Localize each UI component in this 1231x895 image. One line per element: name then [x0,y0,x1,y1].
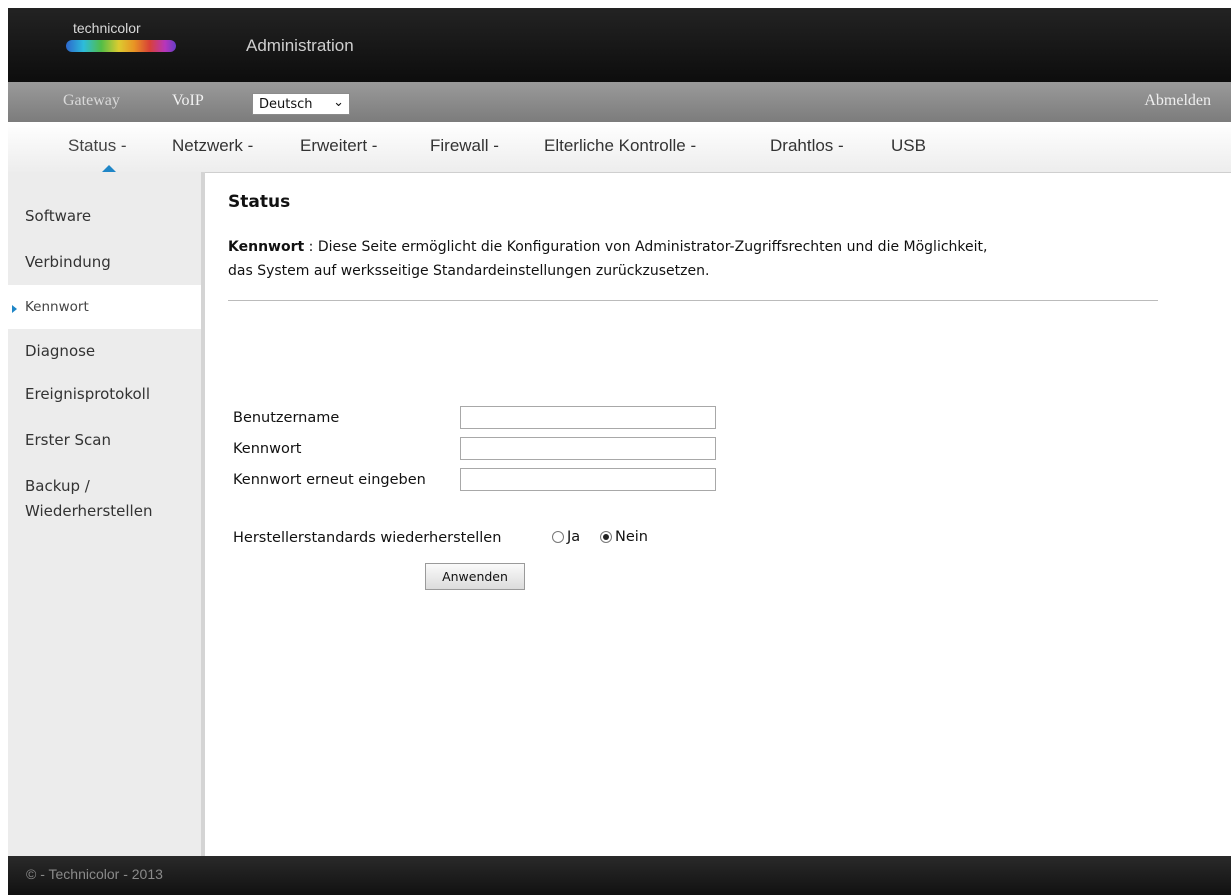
sidebar-item-verbindung[interactable]: Verbindung [25,253,111,271]
top-header: technicolor Administration [8,8,1231,82]
footer: © - Technicolor - 2013 [8,856,1231,895]
tab-firewall[interactable]: Firewall - [430,136,499,156]
description-key: Kennwort [228,239,305,255]
description-separator: : [308,239,314,255]
logout-link[interactable]: Abmelden [1144,92,1211,110]
page-description: Kennwort : Diese Seite ermöglicht die Ko… [228,235,1168,283]
description-line-1: Diese Seite ermöglicht die Konfiguration… [317,239,988,255]
tab-status[interactable]: Status - [68,136,127,156]
caret-right-icon [12,305,17,313]
tab-erweitert[interactable]: Erweitert - [300,136,377,156]
description-line-2: das System auf werksseitige Standardeins… [228,263,710,279]
chevron-down-icon: ⌄ [333,95,344,110]
language-select-value: Deutsch [259,97,313,112]
primary-nav: Gateway VoIP Deutsch ⌄ Abmelden [8,82,1231,122]
restore-yes-radio[interactable] [552,531,564,543]
sidebar-item-diagnose[interactable]: Diagnose [25,342,95,360]
sidebar-item-wiederherstellen[interactable]: Wiederherstellen [25,502,152,520]
password-label: Kennwort [233,441,302,457]
page-title: Status [228,192,291,212]
password-repeat-field[interactable] [460,468,716,491]
sidebar: Software Verbindung Kennwort Diagnose Er… [8,172,205,856]
apply-button[interactable]: Anwenden [425,563,525,590]
tab-drahtlos[interactable]: Drahtlos - [770,136,844,156]
section-tabs: Status - Netzwerk - Erweitert - Firewall… [8,122,1231,173]
tab-elterliche-kontrolle[interactable]: Elterliche Kontrolle - [544,136,696,156]
divider [228,300,1158,301]
sidebar-item-erster-scan[interactable]: Erster Scan [25,431,111,449]
brand-logo-text: technicolor [73,20,141,36]
sidebar-item-kennwort[interactable]: Kennwort [25,299,89,315]
username-field[interactable] [460,406,716,429]
restore-yes-label: Ja [567,529,581,545]
restore-defaults-label: Herstellerstandards wiederherstellen [233,530,502,546]
password-field[interactable] [460,437,716,460]
nav-voip[interactable]: VoIP [172,92,204,110]
sidebar-item-ereignisprotokoll[interactable]: Ereignisprotokoll [25,385,150,403]
password-repeat-label: Kennwort erneut eingeben [233,472,426,488]
tab-netzwerk[interactable]: Netzwerk - [172,136,253,156]
copyright-text: © - Technicolor - 2013 [26,866,163,882]
username-label: Benutzername [233,410,340,426]
active-tab-caret-icon [102,165,116,172]
sidebar-item-software[interactable]: Software [25,207,91,225]
restore-no-radio[interactable] [600,531,612,543]
tab-usb[interactable]: USB [891,136,926,156]
brand-logo-icon [66,40,176,52]
nav-gateway[interactable]: Gateway [63,92,120,110]
restore-no-label: Nein [615,529,648,545]
language-select[interactable]: Deutsch ⌄ [252,93,350,115]
app-title: Administration [246,36,354,55]
sidebar-item-backup[interactable]: Backup / [25,477,90,495]
